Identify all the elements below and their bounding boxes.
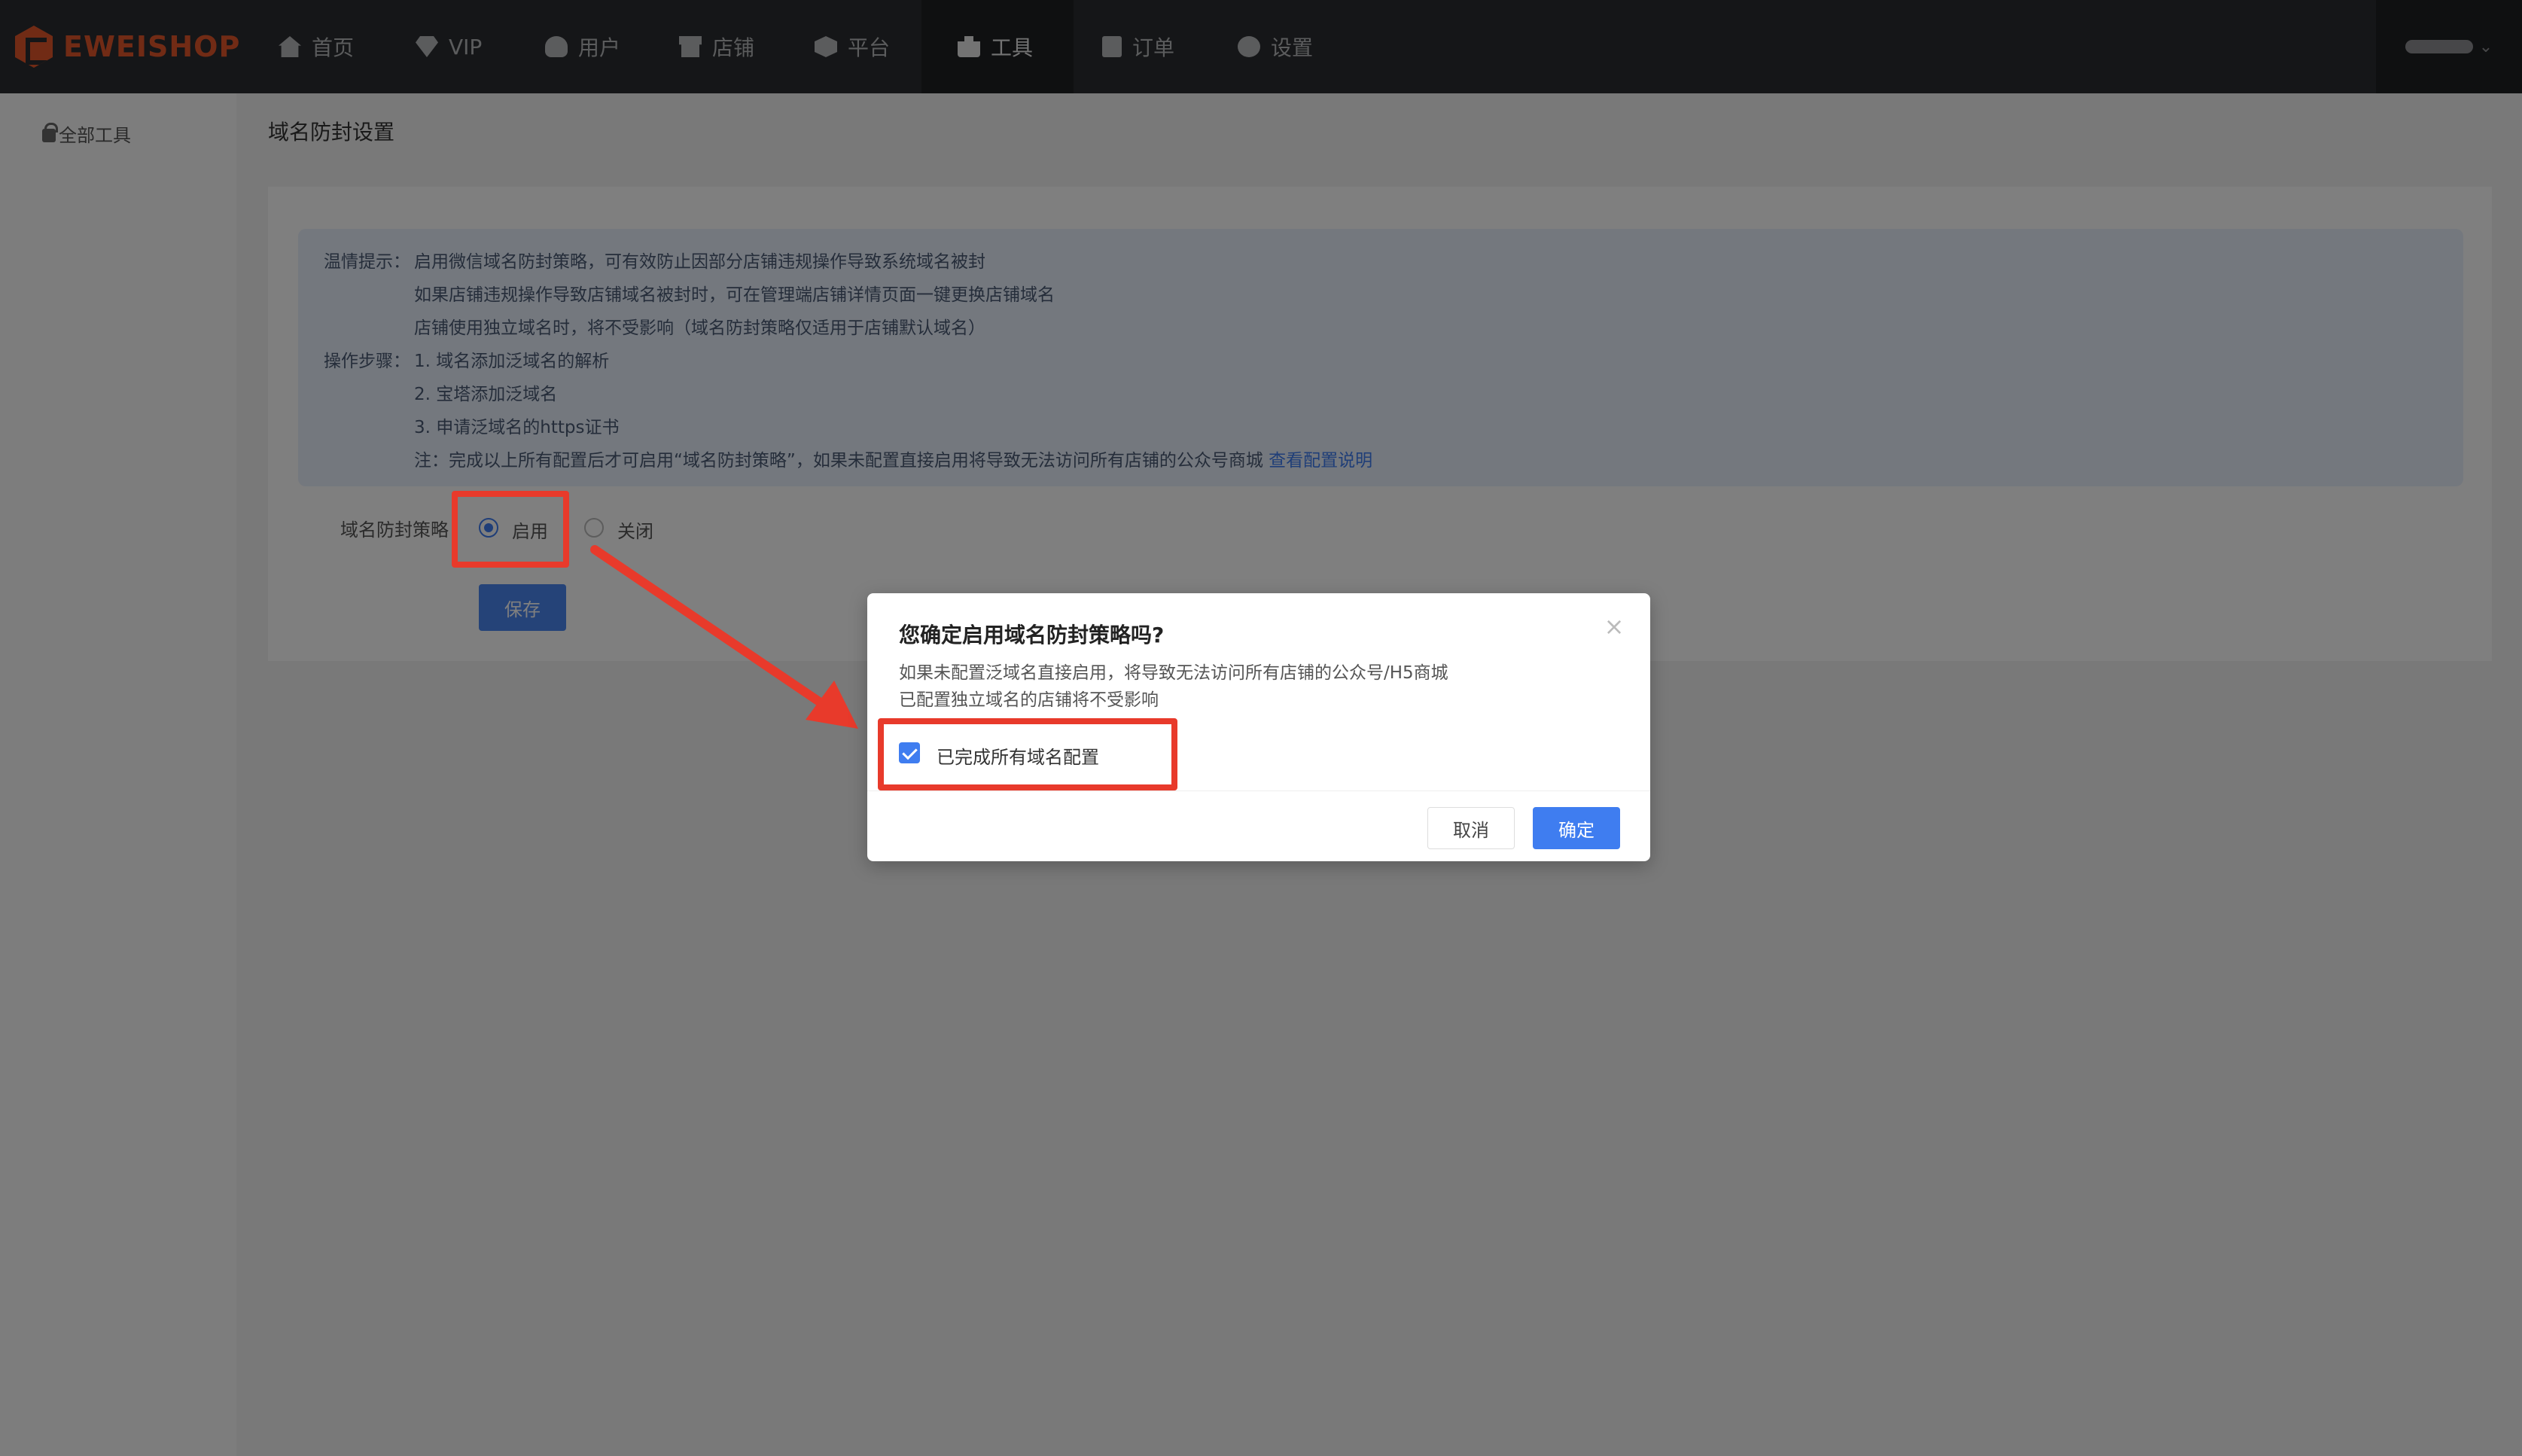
cancel-button[interactable]: 取消	[1427, 807, 1515, 849]
dialog-message: 如果未配置泛域名直接启用，将导致无法访问所有店铺的公众号/H5商城	[899, 663, 1448, 683]
dialog-message: 已配置独立域名的店铺将不受影响	[899, 690, 1159, 710]
annotation-highlight-checkbox	[878, 718, 1177, 790]
dialog-title: 您确定启用域名防封策略吗?	[899, 623, 1165, 647]
close-icon[interactable]: ×	[1599, 611, 1629, 641]
app-root: EWEISHOP 首页 VIP 用户 店铺 平台 工具 订单	[0, 0, 2522, 1456]
confirm-button[interactable]: 确定	[1533, 807, 1620, 849]
